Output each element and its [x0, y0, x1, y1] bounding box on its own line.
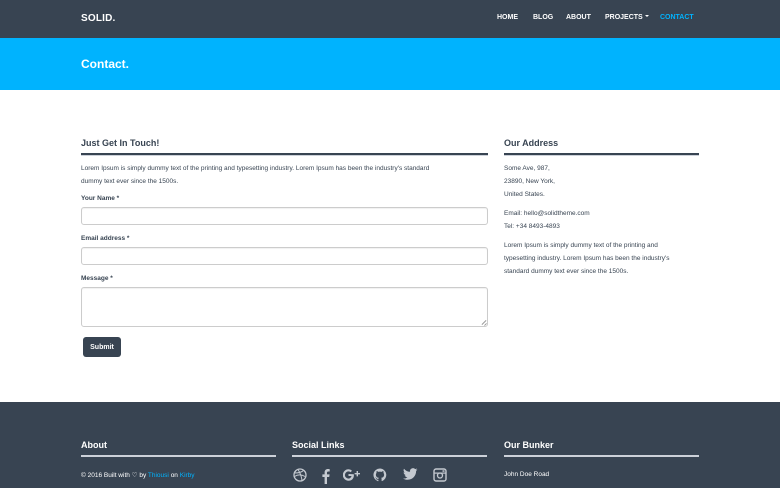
footer-author-link[interactable]: Thiousi [148, 472, 169, 479]
footer-on: on [170, 472, 178, 479]
contact-intro-line1: Lorem Ipsum is simply dummy text of the … [81, 165, 430, 172]
footer-about-rule [81, 455, 276, 457]
contact-title-rule-shadow [81, 155, 488, 156]
instagram-icon[interactable] [432, 468, 448, 484]
footer-social-title: Social Links [292, 440, 345, 450]
address-block: Some Ave, 987, 23890, New York, United S… [504, 162, 555, 201]
caret-down-icon [644, 15, 649, 18]
main-nav: HOME BLOG ABOUT PROJECTS CONTACT [0, 14, 780, 26]
top-navbar: SOLID. HOME BLOG ABOUT PROJECTS CONTACT [0, 0, 780, 38]
address-description: Lorem Ipsum is simply dummy text of the … [504, 239, 670, 278]
footer-social-rule [292, 455, 487, 457]
footer-bunker-rule [504, 455, 699, 457]
social-links [292, 468, 462, 488]
nav-blog[interactable]: BLOG [533, 14, 553, 21]
nav-about[interactable]: ABOUT [566, 14, 591, 21]
nav-projects[interactable]: PROJECTS [605, 14, 649, 21]
message-label: Message * [81, 275, 113, 282]
name-label: Your Name * [81, 195, 120, 202]
submit-button[interactable]: Submit [83, 337, 121, 357]
dribbble-icon[interactable] [292, 468, 308, 484]
footer-bunker-title: Our Bunker [504, 440, 554, 450]
address-line3: United States. [504, 191, 545, 198]
message-textarea[interactable] [81, 287, 488, 327]
resize-grip-icon[interactable] [481, 320, 486, 325]
address-desc-line2: typesetting industry. Lorem Ipsum has be… [504, 255, 670, 262]
address-section-title: Our Address [504, 138, 559, 148]
contact-section-title: Just Get In Touch! [81, 138, 160, 148]
footer-about-text: © 2016 Built with ♡ by Thiousi on Kirby [81, 471, 195, 479]
nav-home[interactable]: HOME [497, 14, 518, 21]
address-tel: Tel: +34 8493-4893 [504, 223, 560, 230]
message-field-wrap [81, 287, 488, 327]
footer-about-title: About [81, 440, 107, 450]
address-email: Email: hello@solidtheme.com [504, 210, 590, 217]
google-plus-icon[interactable] [342, 468, 362, 484]
address-desc-line3: standard dummy text ever since the 1500s… [504, 268, 629, 275]
address-line2: 23890, New York, [504, 178, 555, 185]
footer-by: by [139, 472, 147, 479]
footer-copyright: © 2016 Built with [81, 472, 130, 479]
email-input[interactable] [81, 247, 488, 265]
twitter-icon[interactable] [402, 468, 418, 484]
address-desc-line1: Lorem Ipsum is simply dummy text of the … [504, 242, 658, 249]
page-title: Contact. [81, 57, 129, 71]
footer-bunker-line1: John Doe Road [504, 471, 550, 478]
facebook-icon[interactable] [318, 468, 334, 484]
github-icon[interactable] [372, 468, 388, 484]
page-banner: Contact. [0, 38, 780, 90]
name-input[interactable] [81, 207, 488, 225]
address-line1: Some Ave, 987, [504, 165, 550, 172]
site-footer: About © 2016 Built with ♡ by Thiousi on … [0, 402, 780, 488]
nav-contact[interactable]: CONTACT [660, 14, 694, 21]
contact-intro-line2: dummy text ever since the 1500s. [81, 178, 179, 185]
heart-icon: ♡ [131, 472, 138, 479]
contact-intro: Lorem Ipsum is simply dummy text of the … [81, 162, 501, 188]
email-label: Email address * [81, 235, 130, 242]
footer-kirby-link[interactable]: Kirby [180, 472, 195, 479]
address-title-rule-shadow [504, 155, 699, 156]
contact-details: Email: hello@solidtheme.com Tel: +34 849… [504, 207, 590, 233]
nav-projects-label: PROJECTS [605, 14, 643, 21]
